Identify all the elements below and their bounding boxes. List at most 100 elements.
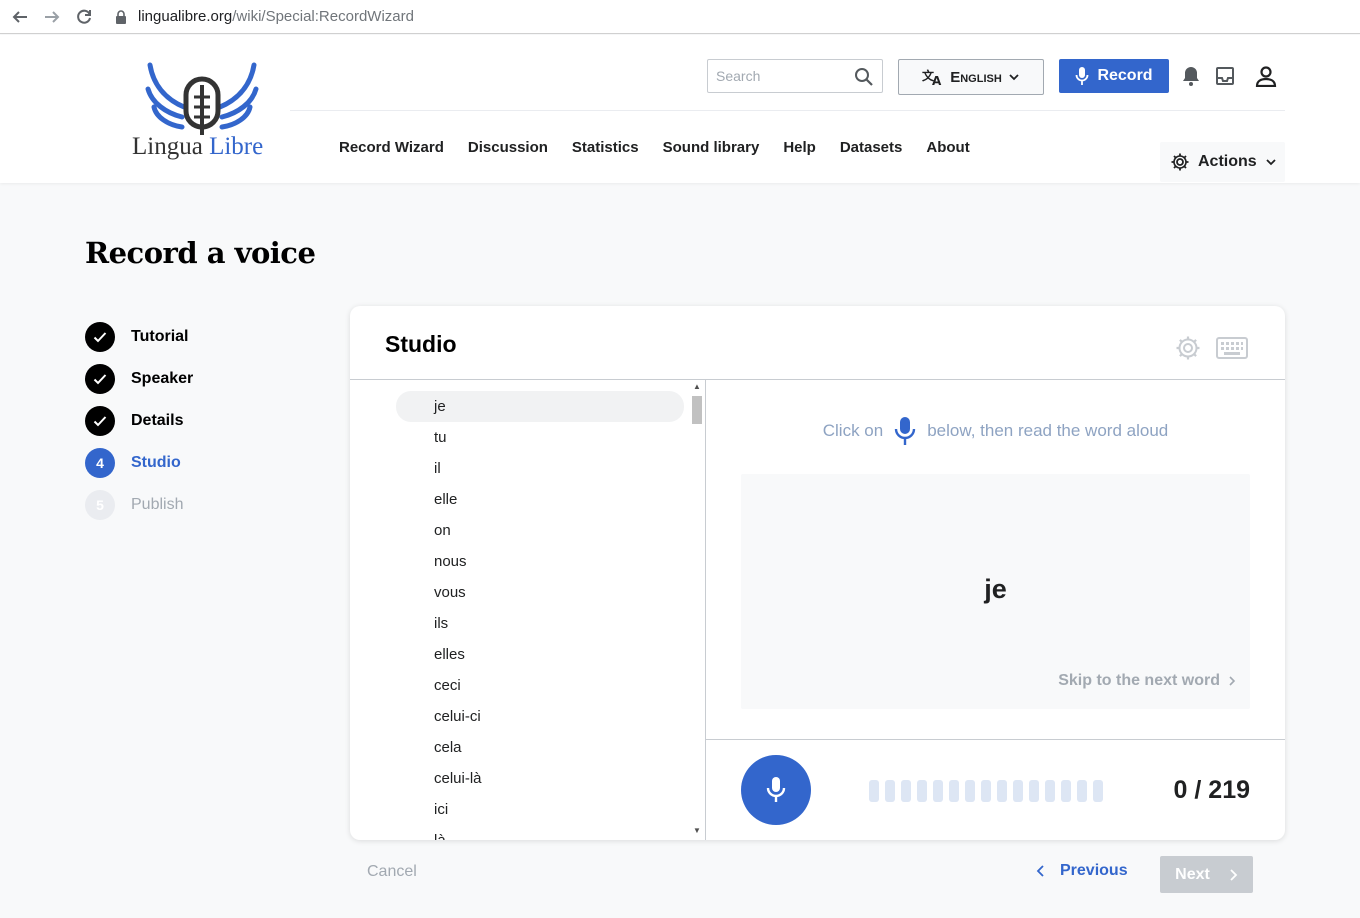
word-list-item[interactable]: cela: [350, 732, 684, 763]
actions-menu[interactable]: Actions: [1160, 142, 1285, 182]
start-recording-button[interactable]: [741, 755, 811, 825]
nav-about[interactable]: About: [926, 139, 969, 156]
reload-button[interactable]: [68, 2, 100, 32]
inbox-icon[interactable]: [1214, 65, 1236, 87]
instruction-after: below, then read the word aloud: [927, 421, 1169, 440]
step-studio[interactable]: 4 Studio: [85, 448, 193, 478]
address-bar[interactable]: lingualibre.org/wiki/Special:RecordWizar…: [114, 8, 414, 25]
wizard-steps: Tutorial Speaker Details 4 Studio 5 Publ…: [85, 322, 193, 532]
back-button[interactable]: [4, 2, 36, 32]
step-speaker[interactable]: Speaker: [85, 364, 193, 394]
bell-icon[interactable]: [1180, 65, 1202, 87]
step-label: Speaker: [131, 370, 194, 387]
current-word-box: je Skip to the next word: [741, 474, 1250, 709]
header-divider: [290, 110, 1285, 111]
keyboard-icon[interactable]: [1216, 337, 1248, 359]
logo-text-libre: Libre: [209, 133, 264, 160]
scroll-up-arrow-icon[interactable]: ▲: [693, 383, 701, 391]
actions-label: Actions: [1198, 153, 1257, 170]
search-icon[interactable]: [854, 67, 874, 87]
chevron-right-icon: [1230, 868, 1238, 881]
controls-divider: [706, 739, 1285, 740]
arrow-left-icon: [12, 10, 27, 23]
volume-bar: [1077, 780, 1087, 802]
volume-bar: [949, 780, 959, 802]
nav-help[interactable]: Help: [783, 139, 816, 156]
step-label: Details: [131, 412, 184, 429]
volume-bar: [1013, 780, 1023, 802]
word-list-item[interactable]: là: [350, 825, 684, 840]
step-details[interactable]: Details: [85, 406, 193, 436]
current-word: je: [984, 574, 1007, 604]
step-done-badge: [85, 406, 115, 436]
user-icon[interactable]: [1255, 65, 1277, 87]
language-selector[interactable]: 文A English: [898, 59, 1044, 95]
step-number-badge: 5: [85, 490, 115, 520]
checkmark-icon: [93, 374, 107, 385]
settings-gear-icon[interactable]: [1175, 335, 1201, 361]
word-list-item[interactable]: vous: [350, 577, 684, 608]
word-list-item[interactable]: je: [396, 391, 684, 422]
checkmark-icon: [93, 332, 107, 343]
main-navigation: Record Wizard Discussion Statistics Soun…: [339, 139, 970, 156]
nav-sound-library[interactable]: Sound library: [663, 139, 760, 156]
instruction-before: Click on: [822, 421, 884, 440]
svg-text:A: A: [932, 74, 942, 86]
word-list-item[interactable]: ici: [350, 794, 684, 825]
site-name[interactable]: Lingua Libre: [132, 133, 263, 161]
nav-datasets[interactable]: Datasets: [840, 139, 903, 156]
volume-bar: [997, 780, 1007, 802]
step-done-badge: [85, 364, 115, 394]
word-list-item[interactable]: ceci: [350, 670, 684, 701]
volume-bar: [917, 780, 927, 802]
recording-pane: Click on below, then read the word aloud…: [706, 380, 1285, 840]
chevron-down-icon: [1266, 159, 1276, 166]
word-list-item[interactable]: ils: [350, 608, 684, 639]
scroll-down-arrow-icon[interactable]: ▼: [693, 827, 701, 835]
record-label: Record: [1097, 67, 1153, 84]
word-list-item[interactable]: celui-ci: [350, 701, 684, 732]
step-label: Tutorial: [131, 328, 189, 345]
forward-button[interactable]: [36, 2, 68, 32]
volume-bar: [965, 780, 975, 802]
word-list-item[interactable]: nous: [350, 546, 684, 577]
cancel-button[interactable]: Cancel: [367, 863, 417, 881]
recording-instruction: Click on below, then read the word aloud: [706, 416, 1285, 446]
step-done-badge: [85, 322, 115, 352]
previous-label: Previous: [1060, 862, 1128, 879]
skip-word-button[interactable]: Skip to the next word: [1058, 672, 1236, 690]
step-tutorial[interactable]: Tutorial: [85, 322, 193, 352]
step-publish: 5 Publish: [85, 490, 193, 520]
language-label: English: [950, 68, 1002, 86]
page-title: Record a voice: [85, 236, 316, 270]
volume-bar: [981, 780, 991, 802]
chevron-down-icon: [1009, 74, 1019, 81]
word-list-item[interactable]: celui-là: [350, 763, 684, 794]
word-list-item[interactable]: on: [350, 515, 684, 546]
microphone-icon: [895, 417, 916, 445]
microphone-icon: [1076, 67, 1089, 85]
volume-bar: [1029, 780, 1039, 802]
previous-button[interactable]: Previous: [1036, 862, 1128, 880]
microphone-icon: [766, 777, 786, 802]
url-path: /wiki/Special:RecordWizard: [232, 8, 414, 25]
reload-icon: [77, 9, 91, 24]
word-list-item[interactable]: il: [350, 453, 684, 484]
word-list-item[interactable]: tu: [350, 422, 684, 453]
word-list-item[interactable]: elles: [350, 639, 684, 670]
word-list-item[interactable]: elle: [350, 484, 684, 515]
next-label: Next: [1175, 865, 1210, 883]
volume-bar: [885, 780, 895, 802]
record-button[interactable]: Record: [1059, 59, 1169, 93]
word-list-scrollbar[interactable]: ▲ ▼: [690, 380, 704, 840]
chevron-left-icon: [1036, 865, 1044, 877]
scrollbar-thumb[interactable]: [692, 396, 702, 424]
nav-statistics[interactable]: Statistics: [572, 139, 639, 156]
studio-panel: Studio je tu il elle on nous vous ils elles ceci c…: [350, 306, 1285, 840]
chevron-right-icon: [1229, 676, 1236, 686]
next-button[interactable]: Next: [1160, 856, 1253, 893]
step-number-badge: 4: [85, 448, 115, 478]
nav-discussion[interactable]: Discussion: [468, 139, 548, 156]
search-input[interactable]: [716, 68, 846, 84]
nav-record-wizard[interactable]: Record Wizard: [339, 139, 444, 156]
